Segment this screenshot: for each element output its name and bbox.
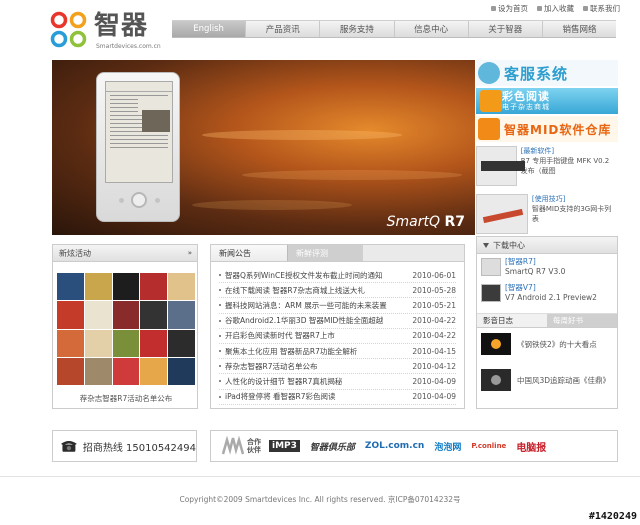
news-list: 智器Q系列WinCE授权文件发布截止时间的通知 2010-06-01 在线下载阅读… [211, 262, 464, 405]
film-item[interactable]: 《钢铁侠2》的十大看点 [481, 333, 597, 355]
news-item[interactable]: 谷歌Android2.1华丽3D 智器MID性能全面超越 2010-04-22 [219, 314, 456, 329]
magazine-covers[interactable] [57, 273, 195, 385]
news-item[interactable]: 聚焦本土化应用 智器新品R7功能全解析 2010-04-15 [219, 344, 456, 360]
star-icon [537, 6, 542, 11]
magazine-icon [480, 90, 502, 112]
download-item[interactable]: [智器R7] SmartQ R7 V3.0 [477, 254, 617, 280]
nav-item-english[interactable]: English [172, 21, 247, 37]
hotline-box: 招商热线 15010542494 [52, 430, 197, 462]
store-icon [478, 118, 500, 140]
device-thumbnail [481, 284, 501, 302]
news-item[interactable]: 人性化的设计细节 智器R7真机揭秘 2010-04-09 [219, 374, 456, 390]
download-panel: 下载中心 [智器R7] SmartQ R7 V3.0 [智器V7] V7 Andro… [476, 236, 618, 409]
promo-column: 客服系统 彩色阅读 电子杂志商城 智器MID软件仓库 [最新软件] R7 专用手指… [476, 60, 618, 238]
download-title: 下载中心 [493, 240, 525, 250]
usb-modem-thumbnail [476, 194, 528, 234]
tab-weekly-books[interactable]: 每周好书 [547, 314, 617, 327]
site-logo[interactable]: 智器 Smartdevices.com.cn [50, 10, 170, 50]
partner-logo-imp3[interactable]: iMP3 [269, 440, 300, 452]
nav-item-products[interactable]: 产品资讯 [246, 21, 321, 37]
news-item[interactable]: 智器Q系列WinCE授权文件发布截止时间的通知 2010-06-01 [219, 268, 456, 284]
tab-reviews[interactable]: 新鲜评测 [287, 245, 363, 261]
customer-service-banner[interactable]: 客服系统 [476, 60, 618, 86]
add-favorite-link[interactable]: 加入收藏 [537, 3, 574, 14]
nav-item-news[interactable]: 信息中心 [395, 21, 469, 37]
partner-decoration-icon [221, 436, 245, 455]
home-icon [491, 6, 496, 11]
hotline-text: 招商热线 15010542494 [82, 442, 196, 454]
logo-english-text: Smartdevices.com.cn [96, 43, 161, 50]
set-homepage-link[interactable]: 设为首页 [491, 3, 528, 14]
nav-item-support[interactable]: 服务支持 [320, 21, 395, 37]
copyright-text: Copyright©2009 Smartdevices Inc. All rig… [179, 495, 461, 504]
logo-rings-icon [50, 11, 87, 48]
partners-strip: 合作伙伴 iMP3 智器俱乐部 ZOL.com.cn 泡泡网 P.conline… [210, 430, 618, 462]
logo-chinese-text: 智器 [94, 11, 149, 41]
film-item[interactable]: 中国风3D追踪动画《佳鼎》 [481, 369, 610, 391]
film-thumbnail [481, 369, 511, 391]
mail-icon [583, 6, 588, 11]
mid-software-store-banner[interactable]: 智器MID软件仓库 [476, 116, 618, 142]
partner-logo-club[interactable]: 智器俱乐部 [310, 440, 355, 453]
telephone-icon [61, 440, 77, 452]
news-item[interactable]: 在线下载阅读 智器R7杂志商城上线送大礼 2010-05-28 [219, 283, 456, 299]
keyboard-thumbnail [476, 146, 525, 186]
partner-logo-pconline[interactable]: P.conline [471, 442, 506, 450]
download-item[interactable]: [智器V7] V7 Android 2.1 Preview2 [477, 280, 617, 306]
partners-label: 合作伙伴 [247, 438, 261, 454]
headset-icon [478, 62, 500, 84]
contact-us-link[interactable]: 联系我们 [583, 3, 620, 14]
software-item[interactable]: [最新软件] R7 专用手指键盘 MFK V0.2 发布（截图 [476, 146, 618, 190]
tab-announcements[interactable]: 新闻公告 [211, 245, 287, 261]
image-id-watermark: #1420249 [588, 511, 637, 522]
banner-model-name: SmartQ R7 [386, 214, 465, 230]
activity-more-icon[interactable]: » [188, 249, 193, 257]
main-nav: English 产品资讯 服务支持 信息中心 关于智器 销售网络 [172, 20, 616, 38]
tab-media-log[interactable]: 影音日志 [477, 314, 547, 327]
nav-item-about[interactable]: 关于智器 [469, 21, 543, 37]
device-thumbnail [481, 258, 501, 276]
activity-caption[interactable]: 荐杂志智器R7活动名单公布 [53, 393, 199, 404]
film-thumbnail [481, 333, 511, 355]
news-item[interactable]: 开启彩色阅读新时代 智器R7上市 2010-04-22 [219, 329, 456, 344]
partner-logo-pcpop[interactable]: 泡泡网 [434, 440, 461, 453]
news-item[interactable]: iPad将登停将 看智器R7彩色阅读 2010-04-09 [219, 390, 456, 405]
footer: Copyright©2009 Smartdevices Inc. All rig… [0, 476, 640, 504]
top-links: 设为首页 加入收藏 联系我们 [491, 3, 620, 14]
activity-title: 新炫活动 [59, 248, 91, 258]
color-reading-banner[interactable]: 彩色阅读 电子杂志商城 [476, 88, 618, 114]
software-item[interactable]: [使用技巧] 智器MID支持的3G网卡列表 [476, 194, 618, 238]
news-panel: 新闻公告 新鲜评测 智器Q系列WinCE授权文件发布截止时间的通知 2010-06… [210, 244, 465, 409]
activity-panel: 新炫活动 » 荐杂志智器R7活动名单公布 [52, 244, 198, 409]
partner-logo-diannaobao[interactable]: 电脑报 [516, 439, 546, 454]
hero-banner[interactable]: SmartQ R7 [52, 60, 475, 235]
ereader-image [96, 72, 180, 222]
news-item[interactable]: 荐杂志智器R7活动名单公布 2010-04-12 [219, 359, 456, 375]
nav-item-sales[interactable]: 销售网络 [543, 21, 616, 37]
news-item[interactable]: 握科技网站消息：ARM 展示一些可能的未来装置 2010-05-21 [219, 298, 456, 314]
partner-logo-zol[interactable]: ZOL.com.cn [365, 441, 424, 451]
